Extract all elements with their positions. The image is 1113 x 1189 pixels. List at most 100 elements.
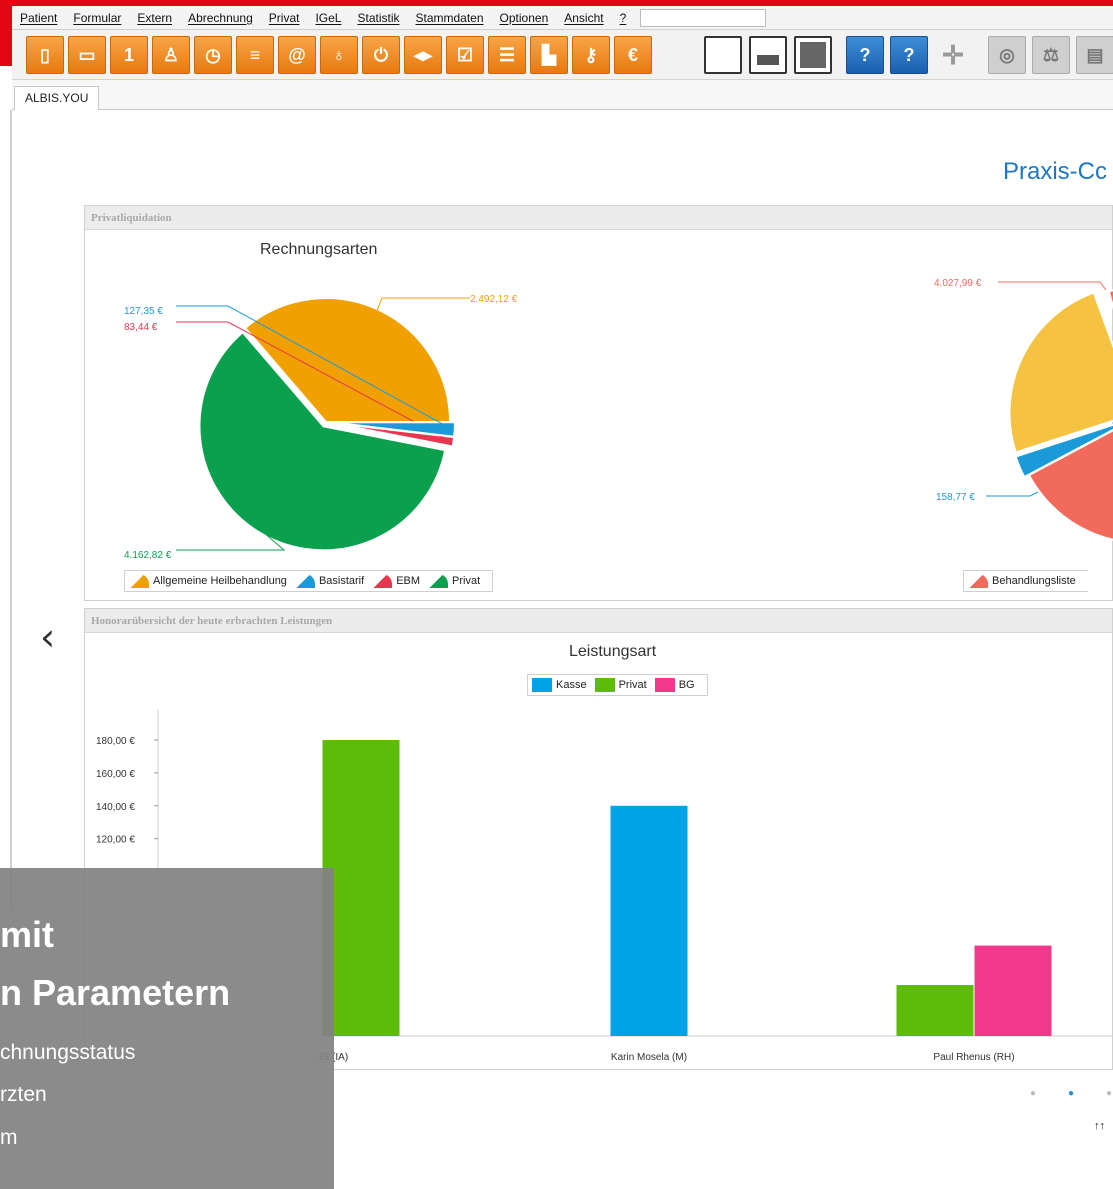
checklist-button[interactable]: ☑	[446, 36, 484, 74]
lab-flask-button[interactable]: ♁	[320, 36, 358, 74]
menu-item-privat[interactable]: Privat	[261, 8, 308, 28]
clipboard-clock-icon: ◷	[205, 44, 221, 65]
overlay-line: chnungsstatus	[0, 1041, 136, 1064]
bar-chart-button[interactable]: ▙	[530, 36, 568, 74]
previous-arrow-icon[interactable]: ‹	[40, 618, 55, 656]
layout-preview-icon	[757, 55, 779, 65]
pie-chart-behandlung: 4.027,99 € 158,77 €	[934, 278, 1113, 541]
new-document-icon: ▯	[40, 44, 50, 65]
bar-privat[interactable]	[322, 740, 400, 1036]
bar-privat[interactable]	[896, 985, 974, 1036]
euro-button[interactable]: €	[614, 36, 652, 74]
at-mail-button[interactable]: @	[278, 36, 316, 74]
pie2-value-label: 158,77 €	[936, 492, 975, 503]
y-tick-label: 160,00 €	[96, 769, 135, 780]
pie1-legend-item-privat[interactable]: Privat	[428, 574, 480, 588]
folder-icon: ▭	[78, 44, 96, 65]
pie1-title: Rechnungsarten	[260, 241, 378, 258]
legend-label: Kasse	[556, 679, 587, 691]
checklist-icon: ☑	[456, 44, 474, 65]
layout-full-button[interactable]	[794, 36, 832, 74]
menu-search-input[interactable]	[640, 8, 767, 27]
menu-item-optionen[interactable]: Optionen	[492, 8, 557, 28]
context-help-icon: ?	[903, 44, 915, 65]
tab-albis-you[interactable]: ALBIS.YOU	[14, 86, 100, 110]
layout-split-button[interactable]	[749, 36, 787, 74]
bar-legend-item-kasse[interactable]: Kasse	[532, 678, 587, 692]
menu-item-formular[interactable]: Formular	[65, 8, 129, 28]
context-help-button[interactable]: ?	[890, 36, 928, 74]
overlay-heading-line1: mit	[0, 914, 54, 955]
arrows-button[interactable]: ◂▸	[404, 36, 442, 74]
legend-swatch	[294, 574, 315, 588]
honorar-panel-header: Honorarübersicht der heute erbrachten Le…	[85, 609, 1112, 633]
legend-label: Behandlungsliste	[992, 575, 1076, 587]
clipboard-list-button[interactable]: ☰	[488, 36, 526, 74]
menu-item-ansicht[interactable]: Ansicht	[556, 8, 611, 28]
number-one-button[interactable]: 1	[110, 36, 148, 74]
pie2-leader-line	[998, 281, 1107, 291]
pie1-value-label: 83,44 €	[124, 322, 158, 333]
pie1-legend-item-ebm[interactable]: EBM	[372, 574, 420, 588]
menu-item-patient[interactable]: Patient	[12, 8, 65, 28]
document-lines-button[interactable]: ≡	[236, 36, 274, 74]
pie2-slice[interactable]	[1008, 291, 1113, 454]
app-window: Patient Formular Extern Abrechnung Privat IGe…	[0, 0, 1113, 1189]
pie1-legend-item-allgemeine-heilbehandlung[interactable]: Allgemeine Heilbehandlung	[129, 574, 287, 588]
euro-icon: €	[627, 44, 638, 65]
bar-bg[interactable]	[974, 945, 1052, 1036]
binoculars-icon: ◎	[999, 44, 1015, 65]
key-icon: ⚷	[584, 44, 598, 65]
document-lines-icon: ≡	[249, 44, 261, 65]
overlay-heading-line2: n Parametern	[0, 972, 231, 1013]
brand-red-side	[0, 0, 12, 66]
overlay-line: rzten	[0, 1083, 47, 1106]
menu-item-igel[interactable]: IGeL	[307, 8, 349, 28]
y-tick-label: 180,00 €	[96, 736, 135, 747]
footer-marker: ↑↑	[1094, 1120, 1105, 1132]
power-button[interactable]: ⏻	[362, 36, 400, 74]
move-button[interactable]: ✛	[934, 36, 972, 74]
bar-legend-item-bg[interactable]: BG	[654, 678, 695, 692]
pager-dot-active[interactable]: ●	[1068, 1088, 1074, 1099]
pie2-value-label: 4.027,99 €	[934, 278, 982, 289]
move-arrows-icon: ✛	[942, 39, 964, 70]
print-button[interactable]: ▤	[1076, 36, 1113, 74]
new-document-button[interactable]: ▯	[26, 36, 64, 74]
folder-button[interactable]: ▭	[68, 36, 106, 74]
pie1-legend-item-basistarif[interactable]: Basistarif	[294, 574, 364, 588]
binoculars-button[interactable]: ◎	[988, 36, 1026, 74]
pager-dot[interactable]: ●	[1030, 1088, 1036, 1099]
pie1-legend: Allgemeine Heilbehandlung Basistarif EBM Pr…	[124, 570, 494, 592]
help-icon: ?	[859, 44, 871, 65]
pager-dot[interactable]: ●	[1106, 1088, 1112, 1099]
pie2-legend: Behandlungsliste	[963, 570, 1088, 592]
toolbar: ▯ ▭ 1 ♙ ◷ ≡ @ ♁ ⏻ ◂▸ ☑ ☰ ▙ ⚷ €?? ✛ ◎ ⚖ ▤	[12, 30, 1113, 80]
legend-label: BG	[678, 679, 695, 691]
menu-bar: Patient Formular Extern Abrechnung Privat IGe…	[12, 6, 1113, 30]
key-button[interactable]: ⚷	[572, 36, 610, 74]
pie2-legend-item-behandlungsliste[interactable]: Behandlungsliste	[968, 574, 1076, 588]
menu-item-statistik[interactable]: Statistik	[349, 8, 407, 28]
y-tick-label: 140,00 €	[96, 802, 135, 813]
help-button[interactable]: ?	[846, 36, 884, 74]
menu-item-stammdaten[interactable]: Stammdaten	[408, 8, 492, 28]
menu-item-help[interactable]: ?	[612, 8, 635, 28]
pie1-value-label: 4.162,82 €	[124, 550, 172, 561]
bar-chart-icon: ▙	[542, 44, 556, 65]
power-icon: ⏻	[373, 44, 389, 65]
bar-chart-legend: Kasse Privat BG	[527, 674, 708, 696]
layout-preview-icon	[800, 42, 826, 68]
scale-button[interactable]: ⚖	[1032, 36, 1070, 74]
clipboard-clock-button[interactable]: ◷	[194, 36, 232, 74]
legend-swatch	[532, 678, 552, 692]
bar-kasse[interactable]	[610, 805, 688, 1036]
scale-icon: ⚖	[1042, 44, 1060, 65]
menu-item-extern[interactable]: Extern	[129, 8, 180, 28]
pie1-value-label: 2.492,12 €	[470, 294, 518, 305]
menu-item-abrechnung[interactable]: Abrechnung	[180, 8, 261, 28]
family-button[interactable]: ♙	[152, 36, 190, 74]
layout-empty-button[interactable]	[704, 36, 742, 74]
legend-swatch	[968, 574, 988, 588]
bar-legend-item-privat[interactable]: Privat	[594, 678, 647, 692]
